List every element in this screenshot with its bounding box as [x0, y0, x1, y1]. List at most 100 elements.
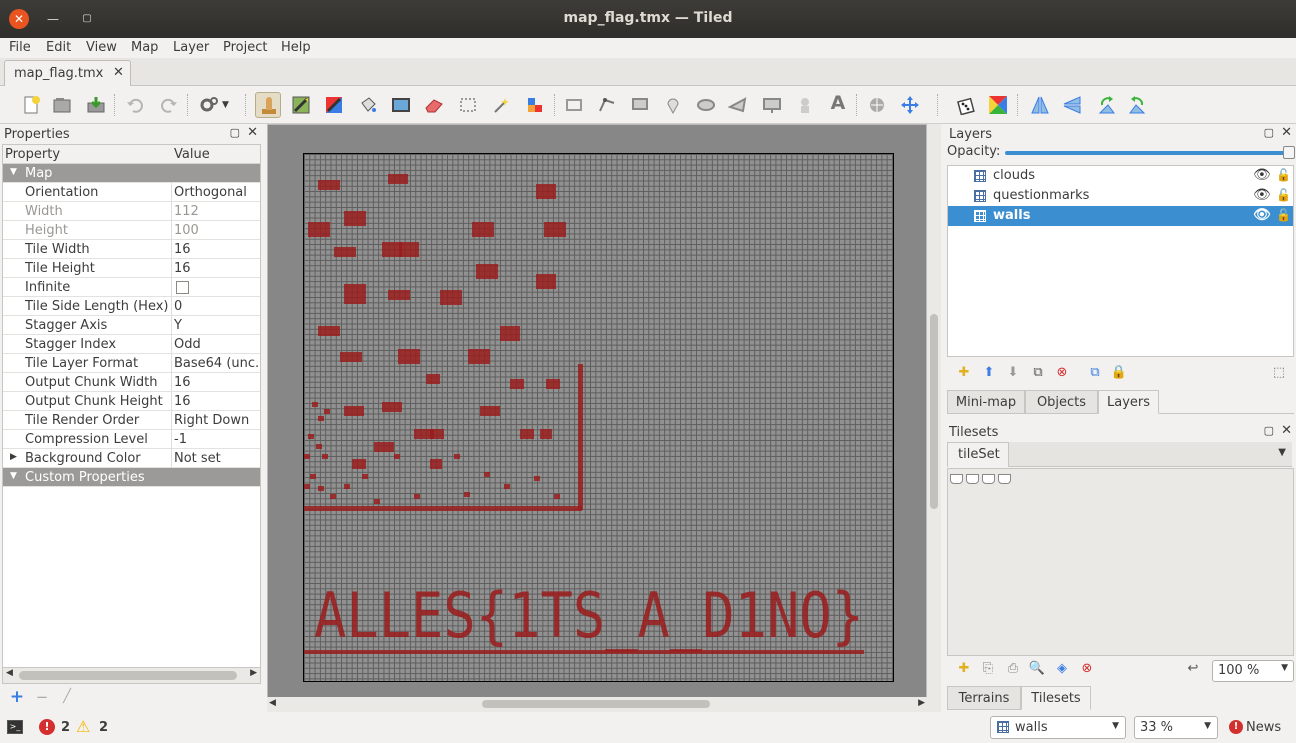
visibility-eye-icon[interactable]: 👁: [1253, 187, 1271, 203]
menu-project[interactable]: Project: [223, 40, 267, 55]
flip-vertical-icon[interactable]: [1059, 92, 1085, 118]
move-icon[interactable]: [897, 92, 923, 118]
layer-row-clouds[interactable]: clouds 👁 🔓: [948, 166, 1293, 186]
chevron-down-icon[interactable]: ▼: [1281, 663, 1288, 673]
layer-row-walls[interactable]: walls 👁 🔓: [948, 206, 1293, 226]
warning-count[interactable]: 2: [99, 720, 108, 735]
layer-select[interactable]: walls ▼: [990, 716, 1126, 739]
insert-text-icon[interactable]: A: [825, 92, 851, 118]
new-layer-icon[interactable]: ✚: [955, 364, 973, 382]
column-header-value[interactable]: Value: [172, 145, 260, 164]
scrollbar-thumb[interactable]: [930, 314, 938, 509]
opacity-slider-handle[interactable]: [1283, 146, 1295, 159]
world-tool-icon[interactable]: [864, 92, 890, 118]
chevron-down-icon[interactable]: ▼: [1204, 721, 1211, 731]
tileset-tab[interactable]: tileSet: [947, 442, 1009, 467]
close-panel-icon[interactable]: ✕: [1281, 423, 1292, 438]
tileset-zoom-select[interactable]: 100 % ▼: [1212, 660, 1294, 682]
tile-slot[interactable]: [998, 474, 1011, 484]
warning-icon[interactable]: ⚠: [76, 717, 90, 736]
new-tileset-icon[interactable]: ✚: [955, 660, 973, 678]
error-icon[interactable]: !: [39, 719, 55, 735]
properties-horizontal-scrollbar[interactable]: ◀ ▶: [2, 667, 261, 684]
zoom-select[interactable]: 33 % ▼: [1134, 716, 1218, 739]
close-panel-icon[interactable]: ✕: [247, 125, 258, 140]
scrollbar-thumb[interactable]: [482, 700, 710, 708]
lower-layer-icon[interactable]: ⬇: [1004, 364, 1022, 382]
rename-property-icon[interactable]: ╱: [58, 688, 76, 706]
rect-select-icon[interactable]: [455, 92, 481, 118]
shape-fill-icon[interactable]: [388, 92, 414, 118]
property-row[interactable]: Tile Render Order Right Down: [3, 411, 260, 430]
visibility-eye-icon[interactable]: 👁: [1253, 167, 1271, 183]
collapse-arrow-icon[interactable]: ▼: [10, 471, 17, 481]
lock-open-icon[interactable]: 🔓: [1276, 208, 1291, 222]
remove-tileset-icon[interactable]: ⊗: [1078, 660, 1096, 678]
map-horizontal-scrollbar[interactable]: ◀ ▶: [267, 697, 927, 712]
rotate-left-icon[interactable]: [1093, 92, 1119, 118]
undo-icon[interactable]: [122, 92, 148, 118]
infinite-checkbox[interactable]: [176, 281, 189, 294]
property-row[interactable]: Output Chunk Height 16: [3, 392, 260, 411]
edit-terrain-icon[interactable]: ◈: [1053, 660, 1071, 678]
menu-help[interactable]: Help: [281, 40, 311, 55]
commands-icon[interactable]: [196, 92, 222, 118]
select-objects-icon[interactable]: [561, 92, 587, 118]
expand-arrow-icon[interactable]: ▶: [10, 452, 17, 462]
raise-layer-icon[interactable]: ⬆: [980, 364, 998, 382]
open-icon[interactable]: [49, 92, 75, 118]
flip-horizontal-icon[interactable]: [1027, 92, 1053, 118]
save-icon[interactable]: [83, 92, 109, 118]
dynamic-wrapping-icon[interactable]: ↩: [1184, 660, 1202, 678]
map-canvas[interactable]: ALLES{1TS_A_D1NO}: [303, 153, 894, 682]
opacity-slider[interactable]: [1005, 151, 1287, 155]
lock-open-icon[interactable]: 🔓: [1276, 188, 1291, 202]
property-row[interactable]: Orientation Orthogonal: [3, 183, 260, 202]
stamp-brush-icon[interactable]: [255, 92, 281, 118]
document-tab[interactable]: map_flag.tmx ✕: [4, 60, 131, 86]
remove-property-icon[interactable]: −: [33, 688, 51, 706]
tab-mini-map[interactable]: Mini-map: [947, 390, 1025, 414]
menu-file[interactable]: File: [9, 40, 31, 55]
float-panel-icon[interactable]: ▢: [230, 126, 240, 139]
tab-layers[interactable]: Layers: [1098, 390, 1159, 414]
edit-tileset-icon[interactable]: 🔍: [1028, 660, 1046, 678]
scroll-left-icon[interactable]: ◀: [269, 698, 276, 708]
insert-template-icon[interactable]: [792, 92, 818, 118]
select-same-tile-icon[interactable]: [521, 92, 547, 118]
rotate-right-icon[interactable]: [1125, 92, 1151, 118]
collapse-arrow-icon[interactable]: ▼: [10, 167, 17, 177]
show-hide-others-icon[interactable]: ⧉: [1086, 364, 1104, 382]
property-row[interactable]: Stagger Index Odd: [3, 335, 260, 354]
tile-slot[interactable]: [966, 474, 979, 484]
layer-row-questionmarks[interactable]: questionmarks 👁 🔓: [948, 186, 1293, 206]
property-row[interactable]: Tile Side Length (Hex) 0: [3, 297, 260, 316]
lock-layer-icon[interactable]: 🔒: [1110, 364, 1128, 382]
insert-rectangle-icon[interactable]: [627, 92, 653, 118]
property-row[interactable]: ▶ Background Color Not set: [3, 449, 260, 468]
close-icon[interactable]: ✕: [113, 65, 124, 80]
map-vertical-scrollbar[interactable]: [927, 124, 941, 712]
float-panel-icon[interactable]: ▢: [1264, 424, 1274, 437]
property-row[interactable]: Compression Level -1: [3, 430, 260, 449]
add-property-icon[interactable]: +: [8, 688, 26, 706]
tileset-view[interactable]: [947, 468, 1294, 656]
magic-wand-icon[interactable]: [488, 92, 514, 118]
random-mode-icon[interactable]: [953, 92, 979, 118]
error-count[interactable]: 2: [61, 720, 70, 735]
highlight-layer-icon[interactable]: ⬚: [1270, 364, 1288, 382]
scrollbar-thumb[interactable]: [19, 671, 237, 680]
scroll-left-icon[interactable]: ◀: [6, 668, 13, 678]
menu-map[interactable]: Map: [131, 40, 158, 55]
duplicate-layer-icon[interactable]: ⧉: [1029, 364, 1047, 382]
news-alert-icon[interactable]: !: [1229, 720, 1243, 734]
redo-icon[interactable]: [156, 92, 182, 118]
tab-terrains[interactable]: Terrains: [947, 686, 1021, 710]
remove-layer-icon[interactable]: ⊗: [1053, 364, 1071, 382]
new-map-icon[interactable]: [19, 92, 45, 118]
news-button[interactable]: News: [1246, 720, 1281, 735]
property-row[interactable]: Tile Width 16: [3, 240, 260, 259]
terrain-brush-icon[interactable]: [288, 92, 314, 118]
edit-polygons-icon[interactable]: [594, 92, 620, 118]
property-row[interactable]: Stagger Axis Y: [3, 316, 260, 335]
